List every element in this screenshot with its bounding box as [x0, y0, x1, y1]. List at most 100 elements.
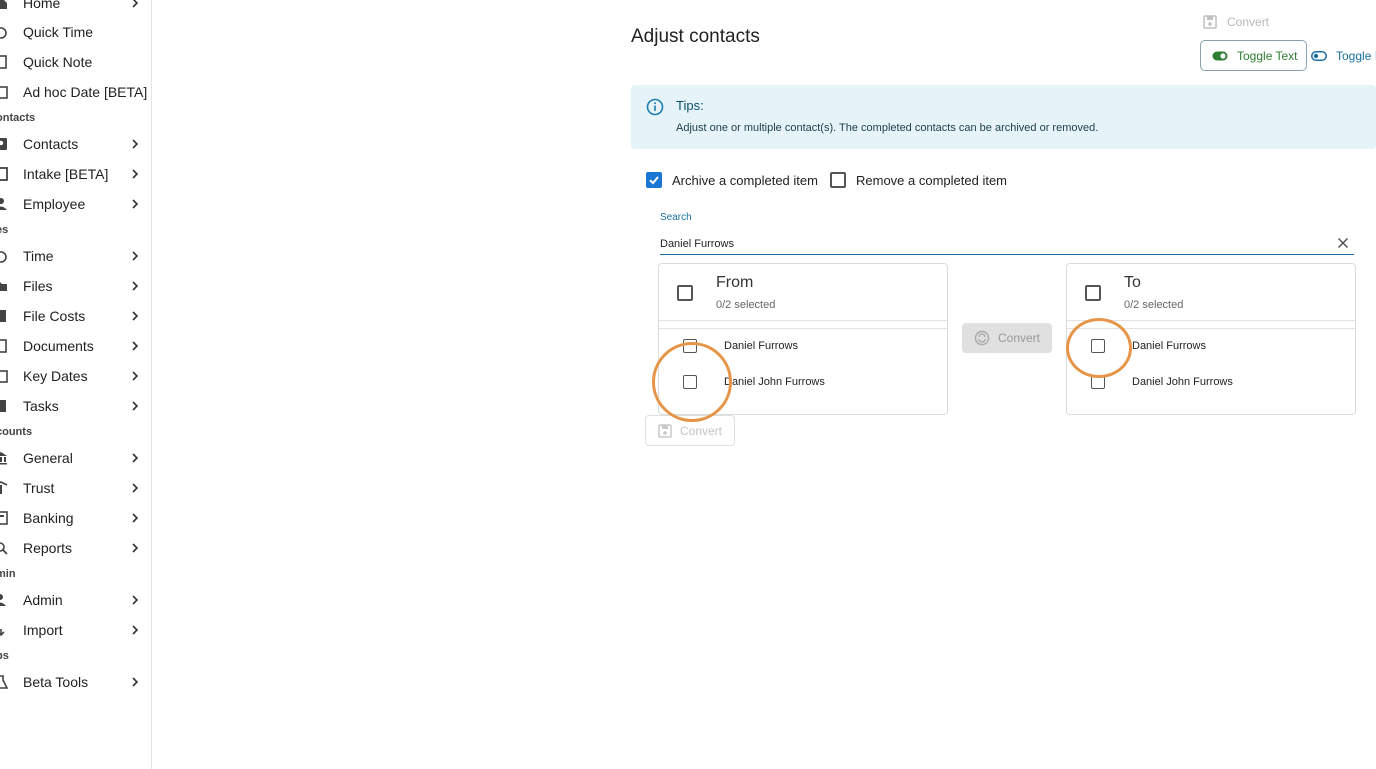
chevron-right-icon — [132, 513, 139, 523]
from-panel-title: From — [716, 274, 754, 291]
chevron-right-icon — [132, 0, 139, 8]
sidebar-item-label: File Costs — [23, 308, 86, 324]
toggle-on-icon — [1212, 51, 1228, 60]
calendar-icon — [0, 368, 8, 384]
sidebar-item-documents[interactable]: Documents — [0, 331, 151, 361]
sidebar-item-label: General — [23, 450, 73, 466]
sidebar-item-key-dates[interactable]: Key Dates — [0, 361, 151, 391]
chevron-right-icon — [132, 169, 139, 179]
sidebar-item-label: Employee — [23, 196, 86, 212]
bottom-convert-label: Convert — [679, 423, 723, 438]
to-selected-count: 0/2 selected — [1124, 299, 1184, 311]
remove-completed-label: Remove a completed item — [856, 172, 1008, 188]
sidebar-item-admin[interactable]: Admin — [0, 585, 151, 615]
sidebar-item-home[interactable]: Home — [0, 0, 151, 18]
sidebar-item-label: Beta Tools — [23, 674, 89, 690]
remove-completed-checkbox[interactable]: Remove a completed item — [830, 172, 1007, 188]
chevron-right-icon — [132, 677, 139, 687]
chevron-right-icon — [132, 371, 139, 381]
chevron-right-icon — [132, 341, 139, 351]
sidebar-item-label: Admin — [23, 592, 63, 608]
sidebar-item-time[interactable]: Time — [0, 241, 151, 271]
page-title: Adjust contacts — [631, 26, 760, 47]
tasks-icon — [0, 398, 8, 414]
archive-completed-checkbox[interactable]: Archive a completed item — [646, 172, 818, 188]
files-icon — [0, 278, 8, 294]
import-icon — [0, 622, 8, 638]
reports-icon — [0, 540, 8, 556]
divider — [1067, 328, 1355, 329]
toggle-text-button[interactable]: Toggle Text — [1200, 40, 1307, 71]
sidebar-item-banking[interactable]: Banking — [0, 503, 151, 533]
search-input[interactable] — [660, 233, 1354, 255]
sidebar-item-label: Banking — [23, 510, 74, 526]
sidebar-item-label: Quick Time — [23, 24, 94, 40]
toggle-icons-label: Toggle I — [1336, 48, 1376, 63]
sidebar-item-files[interactable]: Files — [0, 271, 151, 301]
bank-icon — [0, 450, 8, 466]
sidebar-item-label: Trust — [23, 480, 55, 496]
stopwatch-icon — [0, 24, 8, 40]
from-list-item[interactable]: Daniel John Furrows — [659, 368, 947, 398]
sidebar-item-beta-tools[interactable]: Beta Tools — [0, 667, 151, 697]
sidebar-item-label: Files — [23, 278, 53, 294]
close-icon[interactable] — [1337, 237, 1349, 249]
section-header: bs — [0, 650, 9, 662]
save-icon — [1203, 15, 1217, 29]
checkbox-unchecked-icon[interactable] — [1091, 375, 1105, 389]
checkbox-unchecked-icon[interactable] — [683, 339, 697, 353]
sidebar-item-label: Quick Note — [23, 54, 93, 70]
sidebar-item-quick-note[interactable]: Quick Note — [0, 47, 151, 77]
intake-icon — [0, 166, 8, 182]
trust-icon — [0, 480, 8, 496]
to-select-all-checkbox[interactable] — [1085, 285, 1101, 301]
top-convert-button[interactable]: Convert — [1203, 15, 1269, 29]
chevron-right-icon — [132, 251, 139, 261]
checkbox-checked-icon — [646, 172, 662, 188]
chevron-right-icon — [132, 401, 139, 411]
calendar-icon — [0, 84, 8, 100]
to-list-item[interactable]: Daniel Furrows — [1067, 332, 1355, 362]
search-label: Search — [660, 212, 692, 223]
sidebar-item-tasks[interactable]: Tasks — [0, 391, 151, 421]
tips-banner: Tips: Adjust one or multiple contact(s).… — [631, 85, 1376, 149]
tips-body: Adjust one or multiple contact(s). The c… — [676, 122, 1099, 134]
sidebar-item-trust[interactable]: Trust — [0, 473, 151, 503]
toggle-text-label: Toggle Text — [1237, 48, 1298, 63]
checkbox-unchecked-icon[interactable] — [1091, 339, 1105, 353]
divider — [659, 328, 947, 329]
checkbox-unchecked-icon[interactable] — [683, 375, 697, 389]
sidebar-item-intake[interactable]: Intake [BETA] — [0, 159, 151, 189]
sidebar-item-quick-time[interactable]: Quick Time — [0, 17, 151, 47]
divider — [1067, 320, 1355, 321]
transfer-convert-button[interactable]: Convert — [962, 323, 1052, 353]
sidebar-item-contacts[interactable]: Contacts — [0, 129, 151, 159]
sidebar-item-reports[interactable]: Reports — [0, 533, 151, 563]
list-item-label: Daniel John Furrows — [724, 376, 825, 388]
from-list-item[interactable]: Daniel Furrows — [659, 332, 947, 362]
section-header: ontacts — [0, 112, 36, 124]
chevron-right-icon — [132, 483, 139, 493]
sidebar-item-label: Intake [BETA] — [23, 166, 109, 182]
sidebar-item-label: Tasks — [23, 398, 59, 414]
sidebar-item-employee[interactable]: Employee — [0, 189, 151, 219]
sidebar-item-import[interactable]: Import — [0, 615, 151, 645]
from-select-all-checkbox[interactable] — [677, 285, 693, 301]
to-list-item[interactable]: Daniel John Furrows — [1067, 368, 1355, 398]
chevron-right-icon — [132, 199, 139, 209]
toggle-icons-button[interactable]: Toggle I — [1311, 40, 1376, 71]
chevron-right-icon — [132, 281, 139, 291]
sidebar-item-file-costs[interactable]: File Costs — [0, 301, 151, 331]
stopwatch-icon — [0, 248, 8, 264]
sidebar-item-ad-hoc-date[interactable]: Ad hoc Date [BETA] — [0, 77, 151, 107]
sidebar-item-label: Contacts — [23, 136, 79, 152]
list-item-label: Daniel Furrows — [724, 340, 798, 352]
banking-icon — [0, 510, 8, 526]
info-icon — [646, 98, 664, 116]
list-item-label: Daniel Furrows — [1132, 340, 1206, 352]
sidebar-item-label: Key Dates — [23, 368, 88, 384]
bottom-convert-button[interactable]: Convert — [645, 415, 735, 446]
divider — [659, 320, 947, 321]
sidebar-item-general[interactable]: General — [0, 443, 151, 473]
contacts-icon — [0, 136, 8, 152]
